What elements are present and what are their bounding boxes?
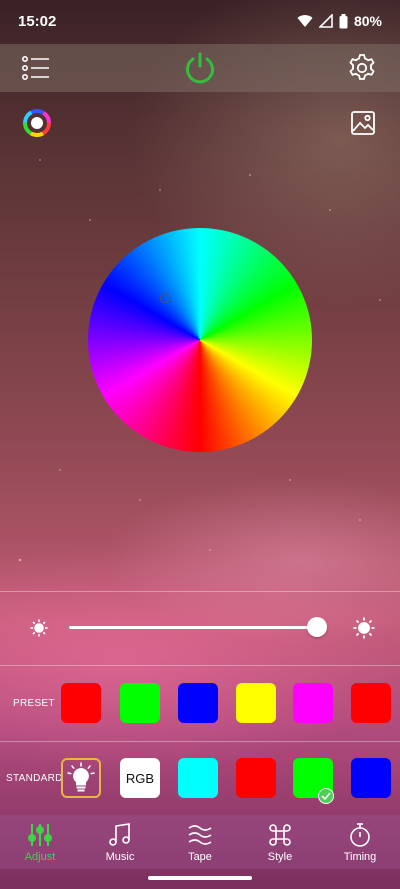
top-bar [0, 44, 400, 92]
color-mode-button[interactable] [21, 107, 53, 139]
preset-swatch[interactable] [351, 683, 391, 723]
color-wheel-disc[interactable] [88, 228, 312, 452]
preset-label: PRESET [13, 698, 55, 709]
preset-swatch[interactable] [178, 683, 218, 723]
status-icons: 80% [297, 13, 382, 29]
tab-label: Timing [343, 851, 377, 863]
tab-label: Music [105, 851, 135, 863]
standard-swatch[interactable] [351, 758, 391, 798]
standard-swatch[interactable] [178, 758, 218, 798]
preset-swatch[interactable] [236, 683, 276, 723]
tab-tape[interactable]: Tape [160, 815, 240, 869]
brightness-slider-thumb[interactable] [307, 617, 327, 637]
home-indicator[interactable] [148, 876, 252, 880]
battery-icon [339, 13, 348, 28]
standard-swatch[interactable] [236, 758, 276, 798]
power-icon [186, 52, 214, 84]
color-wheel[interactable] [88, 228, 312, 452]
color-wheel-handle[interactable] [160, 293, 170, 303]
status-time: 15:02 [18, 13, 57, 30]
tab-music[interactable]: Music [80, 815, 160, 869]
status-bar: 15:02 80% [0, 0, 400, 44]
power-button[interactable] [182, 50, 218, 86]
tab-label: Style [267, 851, 293, 863]
image-button[interactable] [348, 108, 378, 138]
brightness-high-icon [353, 617, 375, 639]
tab-style[interactable]: Style [240, 815, 320, 869]
signal-icon [318, 14, 333, 28]
settings-icon [349, 54, 375, 80]
preset-swatch[interactable] [120, 683, 160, 723]
preset-swatch[interactable] [61, 683, 101, 723]
standard-label: STANDARD [6, 773, 63, 784]
divider [0, 591, 400, 592]
tab-label: Adjust [24, 851, 56, 863]
selected-check-icon [318, 788, 334, 804]
preset-swatch[interactable] [293, 683, 333, 723]
tab-bar: Adjust Music Tape Style Timing [0, 815, 400, 869]
tab-timing[interactable]: Timing [320, 815, 400, 869]
wifi-icon [297, 15, 313, 27]
brightness-low-icon [30, 619, 48, 637]
list-menu-button[interactable] [20, 54, 52, 82]
divider [0, 741, 400, 742]
battery-percent: 80% [353, 13, 382, 29]
command-icon [269, 824, 291, 846]
music-note-icon [109, 823, 130, 846]
bulb-button[interactable] [61, 758, 101, 798]
brightness-slider-track[interactable] [69, 626, 317, 629]
stopwatch-icon [350, 823, 370, 847]
sliders-icon [28, 824, 52, 846]
tab-adjust[interactable]: Adjust [0, 815, 80, 869]
tab-label: Tape [188, 851, 212, 863]
rgb-button[interactable]: RGB [120, 758, 160, 798]
settings-button[interactable] [346, 53, 378, 83]
tape-icon [188, 825, 212, 845]
color-mode-icon [23, 109, 51, 137]
light-bulb-icon [67, 762, 95, 792]
list-menu-icon [21, 55, 49, 80]
divider [0, 665, 400, 666]
image-icon [351, 111, 375, 135]
